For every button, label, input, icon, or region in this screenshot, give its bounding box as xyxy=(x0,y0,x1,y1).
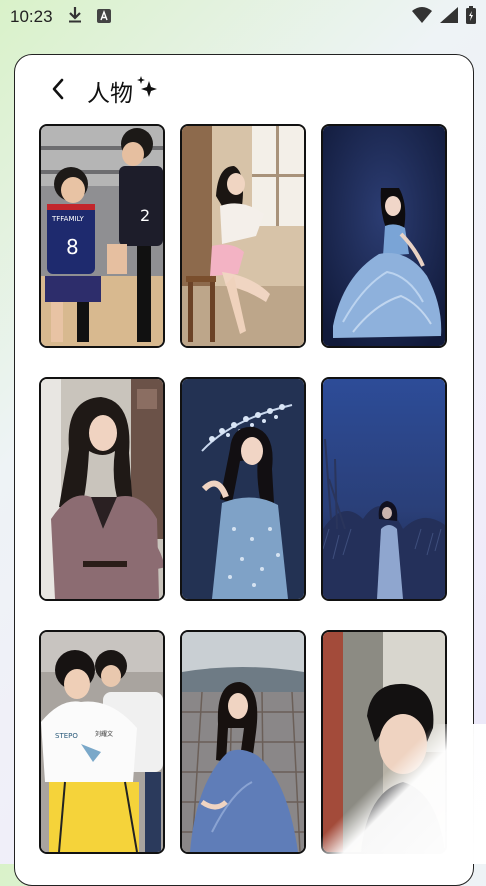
header: 人物 xyxy=(15,55,473,127)
status-right xyxy=(412,6,476,28)
wallpaper-thumb-night-field[interactable] xyxy=(321,377,447,601)
wallpaper-thumb-sequin-dress[interactable] xyxy=(180,377,306,601)
signal-icon xyxy=(440,7,458,27)
a-badge-icon xyxy=(96,8,111,27)
jersey-number: 8 xyxy=(66,235,79,259)
status-left: 10:23 xyxy=(10,6,111,28)
battery-icon xyxy=(466,6,476,28)
jersey-text: TFFAMILY xyxy=(51,215,85,223)
corner-fade-overlay xyxy=(306,724,486,864)
jersey-number-2: 2 xyxy=(140,206,150,225)
sparkle-icon xyxy=(136,75,158,101)
page-title: 人物 xyxy=(87,81,133,107)
back-button[interactable] xyxy=(41,74,75,108)
status-time: 10:23 xyxy=(10,7,53,26)
shirt-text: STEPO xyxy=(55,732,78,740)
wallpaper-thumb-blue-gown[interactable] xyxy=(321,124,447,348)
wallpaper-thumb-basketball-boys[interactable]: TFFAMILY 8 2 xyxy=(39,124,165,348)
wallpaper-thumb-boys-white-tees[interactable]: STEPO 刘耀文 xyxy=(39,630,165,854)
chevron-left-icon xyxy=(50,77,66,105)
status-bar: 10:23 xyxy=(0,0,486,34)
wifi-icon xyxy=(412,7,432,27)
wallpaper-thumb-mauve-blouse[interactable] xyxy=(39,377,165,601)
wallpaper-thumb-blue-dress-deck[interactable] xyxy=(180,630,306,854)
download-icon xyxy=(67,6,83,28)
wallpaper-thumb-girl-window[interactable] xyxy=(180,124,306,348)
shirt-text-2: 刘耀文 xyxy=(95,730,113,738)
